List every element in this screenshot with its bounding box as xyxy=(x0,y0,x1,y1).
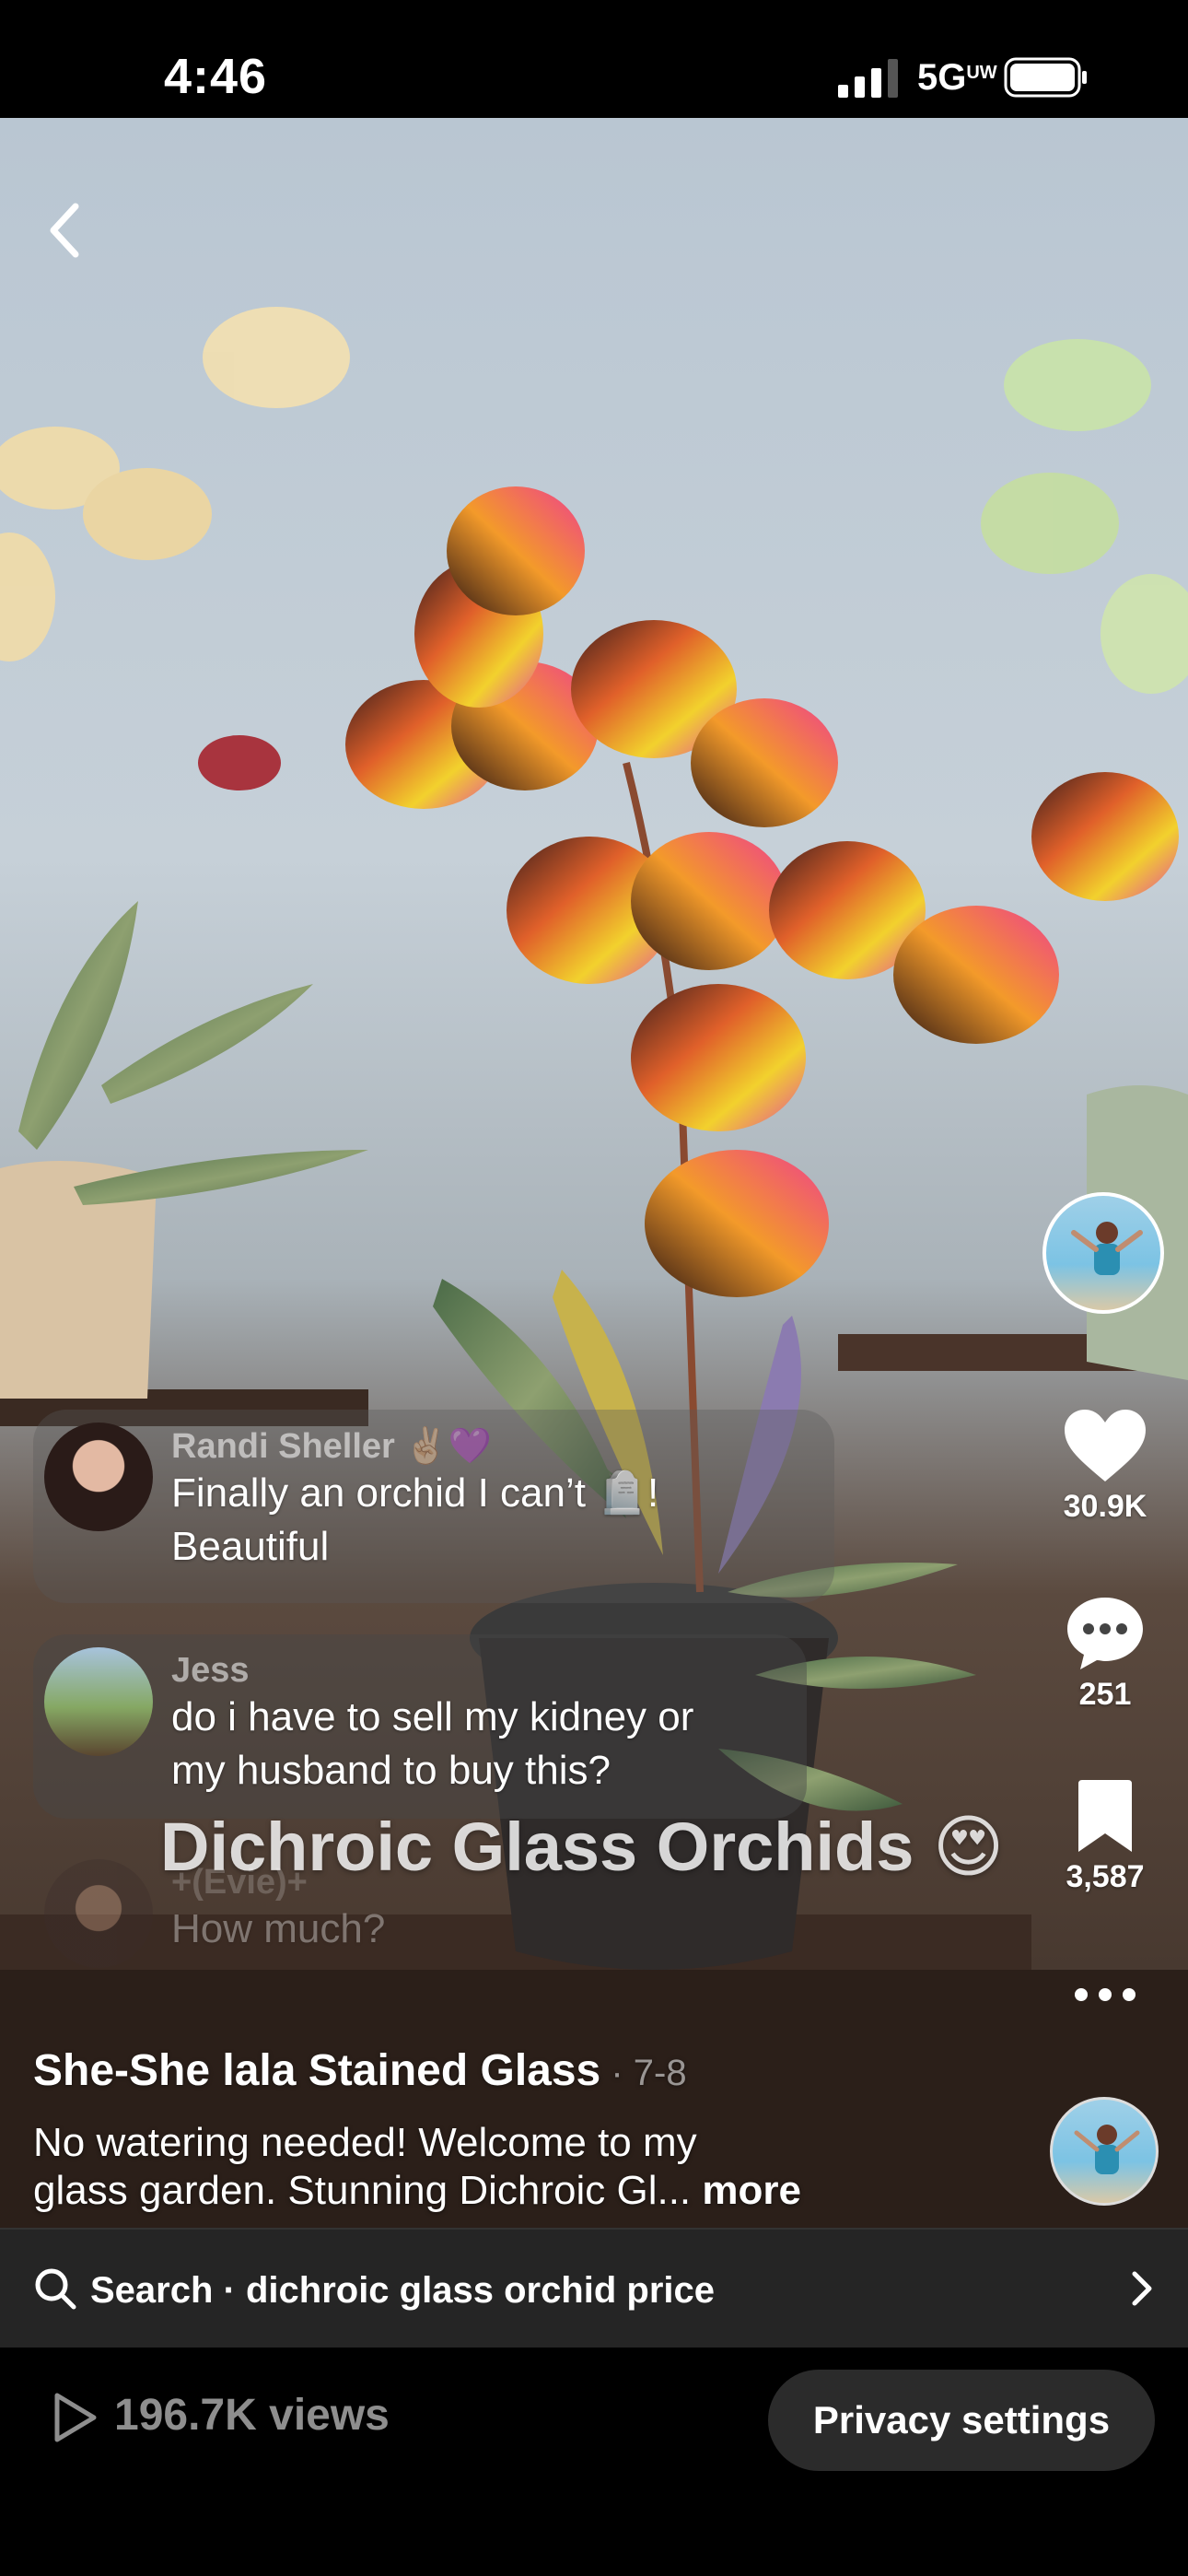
comment-text: my husband to buy this? xyxy=(171,1748,611,1793)
creator-avatar[interactable] xyxy=(1042,1192,1164,1314)
sound-disc[interactable] xyxy=(1050,2097,1159,2206)
search-suggestion-bar[interactable]: Search · dichroic glass orchid price xyxy=(0,2228,1188,2348)
post-date: · 7-8 xyxy=(600,2053,687,2093)
battery-icon xyxy=(1004,57,1087,98)
author-line[interactable]: She-She lala Stained Glass · 7-8 xyxy=(33,2045,687,2096)
comment-username: Jess xyxy=(171,1651,250,1690)
network-sub-label: UW xyxy=(966,63,997,83)
comment-avatar[interactable] xyxy=(44,1423,153,1531)
like-count: 30.9K xyxy=(1063,1489,1147,1524)
live-comment: Jess do i have to sell my kidney or my h… xyxy=(33,1634,807,1819)
network-label: 5G xyxy=(917,57,967,98)
more-icon[interactable] xyxy=(1068,1981,1142,2008)
video-player[interactable]: Randi Sheller ✌🏼💜 Finally an orchid I ca… xyxy=(0,118,1188,2228)
signal-icon xyxy=(838,59,898,98)
comment-username: +(Evie)+ xyxy=(171,1863,308,1902)
save-count: 3,587 xyxy=(1066,1859,1145,1894)
bottom-bar: 196.7K views Privacy settings xyxy=(0,2348,1188,2576)
search-suggestion-text: Search · dichroic glass orchid price xyxy=(90,2270,716,2311)
comment-text: do i have to sell my kidney or xyxy=(171,1694,694,1739)
play-icon xyxy=(54,2393,97,2442)
back-icon[interactable] xyxy=(37,193,92,267)
save-button[interactable]: 3,587 xyxy=(1041,1778,1170,1895)
comment-text: Beautiful xyxy=(171,1524,330,1569)
view-count: 196.7K views xyxy=(114,2391,390,2440)
chevron-right-icon xyxy=(1132,2271,1152,2306)
heart-icon xyxy=(1065,1410,1146,1481)
author-name[interactable]: She-She lala Stained Glass xyxy=(33,2046,600,2095)
comment-username: Randi Sheller ✌🏼💜 xyxy=(171,1427,493,1466)
more-link[interactable]: more xyxy=(702,2168,801,2213)
live-comment: +(Evie)+ How much? xyxy=(33,1846,549,2031)
comment-count: 251 xyxy=(1078,1677,1132,1712)
comment-button[interactable]: 251 xyxy=(1041,1594,1170,1713)
description-line: glass garden. Stunning Dichroic Gl... xyxy=(33,2168,703,2213)
comment-text: Finally an orchid I can’t 🪦! xyxy=(171,1470,659,1516)
comment-text: How much? xyxy=(171,1906,386,1951)
live-comment: Randi Sheller ✌🏼💜 Finally an orchid I ca… xyxy=(33,1410,834,1603)
comment-avatar[interactable] xyxy=(44,1859,153,1968)
status-bar: 4:46 5GUW xyxy=(0,0,1188,118)
privacy-settings-button[interactable]: Privacy settings xyxy=(768,2370,1155,2471)
comment-avatar[interactable] xyxy=(44,1647,153,1756)
bookmark-icon xyxy=(1078,1780,1132,1852)
description-line: No watering needed! Welcome to my xyxy=(33,2120,697,2165)
network-indicator: 5GUW xyxy=(917,57,997,99)
comment-icon xyxy=(1067,1598,1143,1669)
like-button[interactable]: 30.9K xyxy=(1041,1408,1170,1525)
post-description[interactable]: No watering needed! Welcome to my glass … xyxy=(33,2119,954,2215)
search-icon xyxy=(35,2268,76,2310)
status-time: 4:46 xyxy=(164,49,268,104)
